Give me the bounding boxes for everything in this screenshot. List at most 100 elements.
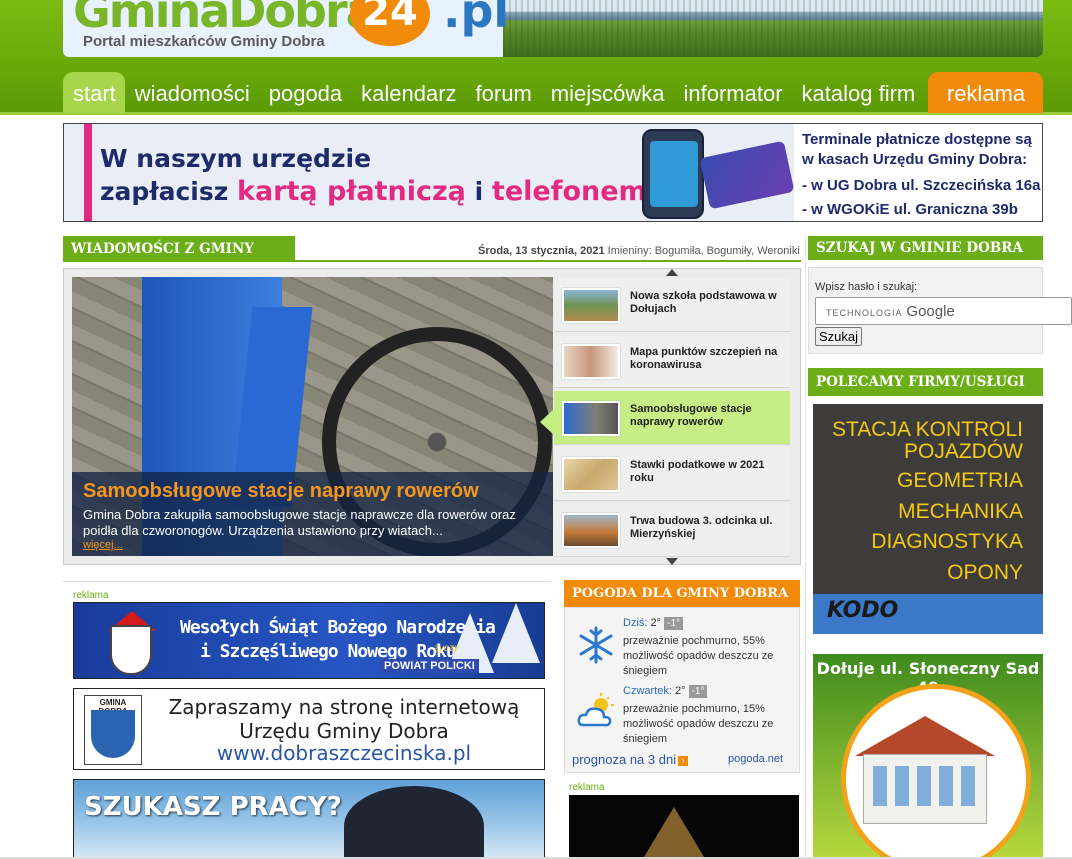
news-item-title: Stawki podatkowe w 2021 roku [630,459,765,484]
site-logo[interactable]: GminaDobra 24 .pl Portal mieszkańców Gmi… [63,0,1043,57]
news-list-item[interactable]: Nowa szkoła podstawowa w Dołujach [554,278,790,332]
banner-highlight-phone: telefonem [491,176,647,207]
logo-tld: .pl [443,0,510,38]
news-heading-underline [63,260,801,262]
logo-subtitle: Portal mieszkańców Gminy Dobra [83,33,325,50]
banner-line-2: zapłacisz kartą płatniczą i telefonem [100,176,647,207]
nav-item-kalendarz[interactable]: kalendarz [351,72,465,113]
news-thumbnail [562,401,620,436]
active-item-pointer [540,409,554,435]
nav-item-pogoda[interactable]: pogoda [259,72,351,113]
kodo-ad-line: MECHANIKA [898,500,1023,523]
banner-line-1: W naszym urzędzie [100,144,372,173]
current-date: Środa, 13 stycznia, 2021 [478,245,605,257]
weather-temp: 2° [674,685,686,697]
doluje-property-ad[interactable]: Dołuje ul. Słoneczny Sad 49 [813,654,1043,859]
news-list-item[interactable]: Stawki podatkowe w 2021 roku [554,447,790,501]
banner-text: zapłacisz [100,177,237,206]
slider-down-arrow-icon[interactable] [666,558,678,565]
search-powered-label: TECHNOLOGIA [826,308,903,318]
search-input[interactable]: TECHNOLOGIA Google [815,297,1072,325]
news-heading: WIADOMOŚCI Z GMINY DOBRA [63,236,295,283]
weather-low-temp: -1° [688,685,708,698]
column-divider [805,236,806,859]
weather-source-link[interactable]: pogoda.net [728,753,783,765]
forecast-3-days-link[interactable]: prognoza na 3 dni › [572,752,689,767]
google-logo: Google [906,303,955,320]
nav-item-katalog-firm[interactable]: katalog firm [792,72,925,113]
nav-item-forum[interactable]: forum [466,72,541,113]
binoculars-man-image [344,786,484,858]
gmina-ad-line-2: Urzędu Gminy Dobra [239,719,449,743]
lotus-ad[interactable] [569,795,799,859]
featured-news-desc: Gmina Dobra zakupiła samoobsługowe stacj… [83,507,516,538]
date-namedays: Środa, 13 stycznia, 2021 Imieniny: Bogum… [478,245,800,257]
news-thumbnail [562,457,620,492]
crest-shield [91,710,135,758]
phone-image [642,129,704,219]
banner-info-line: - w WGOKiE ul. Graniczna 39b [802,201,1018,218]
slider-up-arrow-icon[interactable] [666,269,678,276]
weather-day-label: Czwartek: [623,685,672,697]
weather-desc: przeważnie pochmurno, 55% możliwość opad… [623,635,774,677]
ad-label: reklama [569,782,605,793]
kodo-ad-line: DIAGNOSTYKA [871,530,1023,553]
lotus-icon [644,807,704,857]
nav-item-miejscowka[interactable]: miejscówka [541,72,674,113]
news-item-title: Nowa szkoła podstawowa w Dołujach [630,290,777,315]
house-roof [855,716,995,756]
featured-read-more-link[interactable]: więcej... [83,539,123,551]
gmina-ad-url[interactable]: www.dobraszczecinska.pl [154,741,534,765]
house-windows [873,766,977,806]
job-search-ad[interactable]: SZUKASZ PRACY? [73,779,545,859]
gmina-website-ad[interactable]: GMINA DOBRA Zapraszamy na stronę interne… [73,688,545,770]
news-item-title: Trwa budowa 3. odcinka ul. Mierzyńskiej [630,515,773,540]
banner-accent-bar [84,124,92,221]
kodo-ad-line: STACJA KONTROLI [832,418,1023,441]
kodo-logo-bar: KODO [813,594,1043,634]
ad-label: reklama [73,590,109,601]
banner-info-line: - w UG Dobra ul. Szczecińska 16a [802,177,1041,194]
weather-day-thursday: Czwartek: 2° -1° [623,685,708,698]
coat-of-arms-icon [110,625,152,675]
xmas-wish: życzy [434,643,459,654]
nav-item-informator[interactable]: informator [674,72,792,113]
nav-item-wiadomosci[interactable]: wiadomości [125,72,259,113]
weather-day-today: Dziś: 2° -1° [623,617,683,630]
news-thumbnail [562,344,620,379]
news-list-item[interactable]: Mapa punktów szczepień na koronawirusa [554,334,790,388]
search-heading: SZUKAJ W GMINIE DOBRA [808,236,1043,260]
banner-info-line: Terminale płatnicze dostępne są [802,131,1032,148]
news-item-title: Mapa punktów szczepień na koronawirusa [630,346,778,371]
nav-item-start[interactable]: start [63,72,125,113]
logo-grass-texture [503,0,1043,57]
news-list-item[interactable]: Trwa budowa 3. odcinka ul. Mierzyńskiej [554,503,790,557]
kodo-service-ad[interactable]: STACJA KONTROLI POJAZDÓW GEOMETRIA MECHA… [813,404,1043,634]
nav-item-reklama[interactable]: reklama [928,72,1043,113]
payment-terminals-banner[interactable]: W naszym urzędzie zapłacisz kartą płatni… [63,123,1043,222]
kodo-logo: KODO [827,598,899,623]
kodo-ad-line: GEOMETRIA [896,469,1023,492]
logo-number-badge: 24 [350,0,430,46]
namedays: Imieniny: Bogumiła, Bogumiły, Weroniki [607,245,800,257]
phone-screen [650,141,698,207]
main-nav: start wiadomości pogoda kalendarz forum … [63,72,1043,113]
banner-terminals-info: Terminale płatnicze dostępne są w kasach… [794,124,1042,221]
banner-highlight-card: kartą płatniczą [237,176,466,207]
arrow-right-icon: › [678,756,689,766]
job-ad-headline: SZUKASZ PRACY? [84,792,342,822]
payment-card-image [699,140,795,210]
snowflake-icon [579,626,613,664]
featured-news-title[interactable]: Samoobsługowe stacje naprawy rowerów [83,480,479,503]
divider [63,581,551,582]
search-button[interactable]: Szukaj [815,327,863,346]
weather-temp: 2° [650,617,662,629]
news-list-item[interactable]: Samoobsługowe stacje naprawy rowerów [554,391,790,445]
kodo-ad-line: POJAZDÓW [904,440,1023,463]
news-thumbnail [562,288,620,323]
christmas-greetings-ad[interactable]: Wesołych Świąt Bożego Narodzenia i Szczę… [73,602,545,679]
weather-desc: przeważnie pochmurno, 15% możliwość opad… [623,703,774,745]
weather-heading: POGODA DLA GMINY DOBRA [564,580,800,607]
xmas-from: POWIAT POLICKI [380,659,479,673]
tree-icon [492,603,540,663]
